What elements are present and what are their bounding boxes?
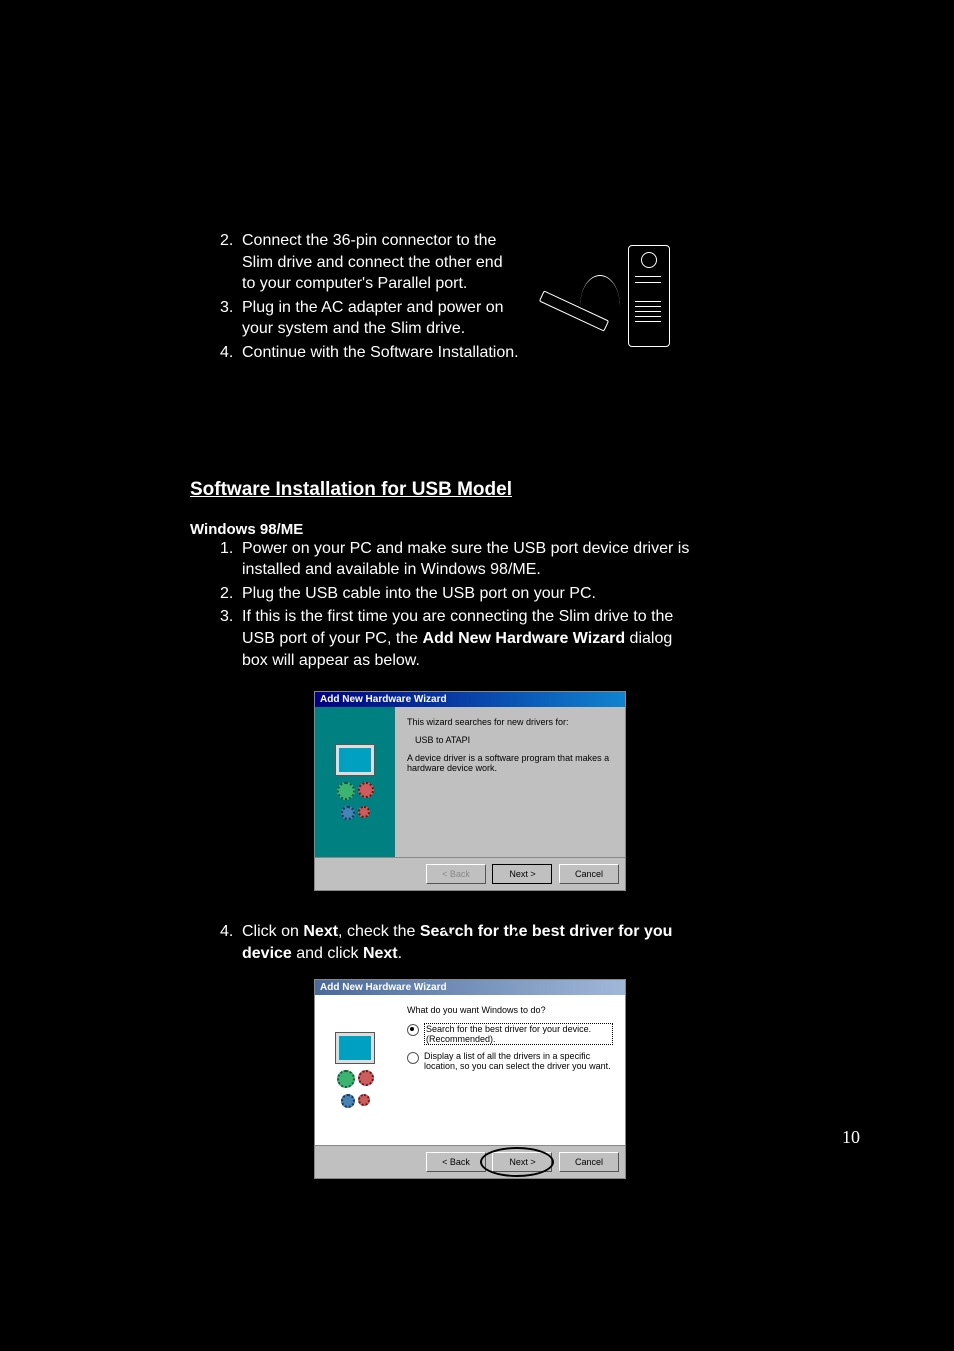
- computer-illustration: [538, 245, 688, 355]
- add-hardware-wizard-dialog-1: Add New Hardware Wizard This wizard sear…: [314, 691, 626, 891]
- gear-icon: [341, 806, 355, 820]
- device-name: USB to ATAPI: [415, 735, 613, 745]
- gear-icon: [337, 782, 355, 800]
- os-heading: Windows 98/ME: [190, 521, 750, 538]
- gear-icon: [358, 1094, 370, 1106]
- text-fragment: Click on: [242, 923, 303, 940]
- dialog-body: This wizard searches for new drivers for…: [315, 707, 625, 857]
- power-button-icon: [641, 252, 657, 268]
- item-text: Connect the 36-pin connector to the Slim…: [242, 230, 520, 295]
- text-fragment: .: [398, 945, 402, 962]
- list-item: 2. Plug the USB cable into the USB port …: [220, 583, 690, 605]
- dialog-button-row: < Back Next > Cancel: [315, 1145, 625, 1178]
- item-text: If this is the first time you are connec…: [242, 606, 690, 671]
- drive-slot-icon: [635, 306, 661, 307]
- gears-icon: [337, 782, 374, 800]
- item-text: Plug the USB cable into the USB port on …: [242, 583, 690, 605]
- dialog-titlebar: Add New Hardware Wizard: [315, 980, 625, 995]
- bold-text: Next: [303, 923, 338, 940]
- dialog-text: This wizard searches for new drivers for…: [407, 717, 613, 727]
- cancel-button[interactable]: Cancel: [559, 864, 619, 884]
- text-fragment: and click: [292, 945, 363, 962]
- drive-slot-icon: [635, 316, 661, 317]
- gears-icon: [337, 1070, 374, 1088]
- list-item: 1. Power on your PC and make sure the US…: [220, 538, 690, 581]
- text-fragment: , check the: [338, 923, 420, 940]
- gear-icon: [358, 806, 370, 818]
- drive-slot-icon: [635, 276, 661, 277]
- gears-icon: [341, 1094, 370, 1108]
- cancel-button[interactable]: Cancel: [559, 1152, 619, 1172]
- dialog-titlebar: Add New Hardware Wizard: [315, 692, 625, 707]
- drive-slot-icon: [635, 321, 661, 322]
- radio-option-recommended[interactable]: Search for the best driver for your devi…: [407, 1023, 613, 1045]
- radio-icon: [407, 1024, 419, 1036]
- item-number: 3.: [220, 297, 242, 340]
- add-hardware-wizard-dialog-2: Add New Hardware Wizard What do you want…: [314, 979, 626, 1179]
- gear-icon: [341, 1094, 355, 1108]
- item-number: 1.: [220, 538, 242, 581]
- radio-icon: [407, 1052, 419, 1064]
- tower-icon: [628, 245, 670, 347]
- gears-icon: [341, 806, 370, 820]
- list-item: 2. Connect the 36-pin connector to the S…: [220, 230, 520, 295]
- page-number: 10: [842, 1127, 860, 1148]
- dialog-graphic-panel: [315, 995, 395, 1145]
- radio-label: Search for the best driver for your devi…: [424, 1023, 613, 1045]
- gear-icon: [337, 1070, 355, 1088]
- radio-label: Display a list of all the drivers in a s…: [424, 1051, 613, 1071]
- item-number: 2.: [220, 230, 242, 295]
- dialog-prompt: What do you want Windows to do?: [407, 1005, 613, 1015]
- item-text: Power on your PC and make sure the USB p…: [242, 538, 690, 581]
- monitor-icon: [335, 744, 375, 776]
- item-text: Plug in the AC adapter and power on your…: [242, 297, 520, 340]
- document-page: 2. Connect the 36-pin connector to the S…: [190, 230, 750, 1179]
- dialog-graphic-panel: [315, 707, 395, 857]
- dialog-body: What do you want Windows to do? Search f…: [315, 995, 625, 1145]
- drive-slot-icon: [635, 282, 661, 283]
- list-item: 3. If this is the first time you are con…: [220, 606, 690, 671]
- gear-icon: [358, 782, 374, 798]
- cable-curve-icon: [580, 275, 620, 306]
- drive-slot-icon: [635, 311, 661, 312]
- next-button[interactable]: Next >: [492, 864, 552, 884]
- item-number: 4.: [220, 342, 242, 364]
- dialog-content: What do you want Windows to do? Search f…: [395, 995, 625, 1145]
- bold-text: Next: [363, 945, 398, 962]
- back-button[interactable]: < Back: [426, 1152, 486, 1172]
- radio-option-list[interactable]: Display a list of all the drivers in a s…: [407, 1051, 613, 1071]
- list-item: 3. Plug in the AC adapter and power on y…: [220, 297, 520, 340]
- bold-text: Add New Hardware Wizard: [423, 630, 626, 647]
- dialog-content: This wizard searches for new drivers for…: [395, 707, 625, 857]
- item-number: 2.: [220, 583, 242, 605]
- drive-slot-icon: [635, 301, 661, 302]
- hardware-steps-list: 2. Connect the 36-pin connector to the S…: [220, 230, 520, 364]
- item-number: 3.: [220, 606, 242, 671]
- monitor-icon: [335, 1032, 375, 1064]
- section-title: Software Installation for USB Model: [190, 479, 750, 501]
- dialog-text: A device driver is a software program th…: [407, 753, 613, 773]
- usb-steps-list: 1. Power on your PC and make sure the US…: [220, 538, 690, 672]
- back-button[interactable]: < Back: [426, 864, 486, 884]
- item-number: 4.: [220, 921, 242, 964]
- gear-icon: [358, 1070, 374, 1086]
- annotation-ellipse: [445, 913, 519, 943]
- dialog-button-row: < Back Next > Cancel: [315, 857, 625, 890]
